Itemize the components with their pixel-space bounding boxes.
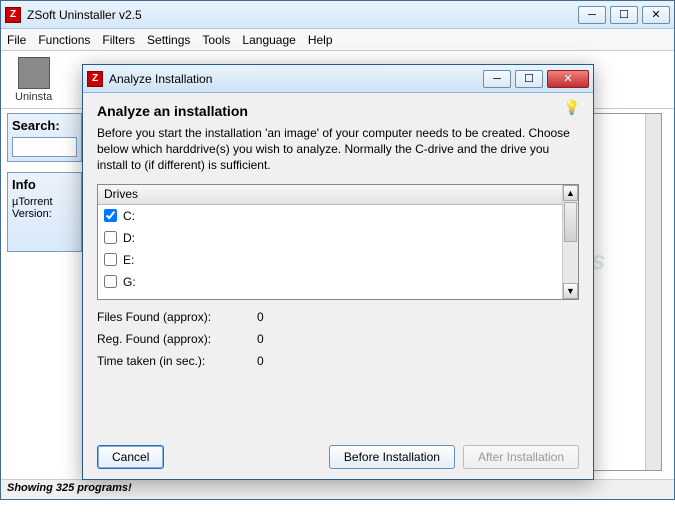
stat-reg-label: Reg. Found (approx): [97, 332, 257, 346]
dialog-heading: Analyze an installation [97, 103, 579, 119]
dialog-maximize-button[interactable]: ☐ [515, 70, 543, 88]
stat-reg: Reg. Found (approx): 0 [97, 332, 579, 346]
menu-file[interactable]: File [7, 33, 26, 47]
uninstall-icon [18, 57, 50, 89]
menu-tools[interactable]: Tools [202, 33, 230, 47]
drive-row-e[interactable]: E: [98, 249, 562, 271]
info-line2: Version: [12, 208, 77, 220]
menu-filters[interactable]: Filters [102, 33, 135, 47]
minimize-button[interactable]: ─ [578, 6, 606, 24]
toolbar-uninstall-button[interactable]: Uninsta [9, 55, 58, 105]
drive-checkbox-d[interactable] [104, 231, 117, 244]
toolbar-uninstall-label: Uninsta [15, 91, 52, 103]
dialog-minimize-button[interactable]: ─ [483, 70, 511, 88]
stat-time: Time taken (in sec.): 0 [97, 354, 579, 368]
main-scrollbar[interactable] [645, 114, 661, 470]
stat-files-value: 0 [257, 310, 287, 324]
close-button[interactable]: ✕ [642, 6, 670, 24]
drive-label: D: [123, 231, 135, 245]
main-menu: File Functions Filters Settings Tools La… [1, 29, 674, 51]
drive-label: E: [123, 253, 134, 267]
search-panel: Search: [7, 113, 82, 162]
stat-reg-value: 0 [257, 332, 287, 346]
stat-time-value: 0 [257, 354, 287, 368]
app-icon: Z [5, 7, 21, 23]
lightbulb-icon [563, 99, 581, 117]
info-title: Info [12, 177, 77, 192]
menu-language[interactable]: Language [242, 33, 295, 47]
dialog-description: Before you start the installation 'an im… [97, 125, 579, 174]
after-installation-button: After Installation [463, 445, 579, 469]
drive-checkbox-e[interactable] [104, 253, 117, 266]
drives-scrollbar[interactable]: ▲ ▼ [562, 185, 578, 299]
main-titlebar: Z ZSoft Uninstaller v2.5 ─ ☐ ✕ [1, 1, 674, 29]
dialog-title: Analyze Installation [109, 72, 483, 86]
analyze-dialog: Z Analyze Installation ─ ☐ ✕ Analyze an … [82, 64, 594, 480]
stats-area: Files Found (approx): 0 Reg. Found (appr… [97, 310, 579, 368]
drive-checkbox-c[interactable] [104, 209, 117, 222]
scroll-thumb[interactable] [564, 202, 577, 242]
stat-files-label: Files Found (approx): [97, 310, 257, 324]
scroll-track[interactable] [563, 243, 578, 283]
cancel-button[interactable]: Cancel [97, 445, 164, 469]
drive-row-d[interactable]: D: [98, 227, 562, 249]
dialog-titlebar: Z Analyze Installation ─ ☐ ✕ [83, 65, 593, 93]
drive-label: C: [123, 209, 135, 223]
search-title: Search: [12, 118, 77, 133]
statusbar: Showing 325 programs! [1, 479, 674, 499]
drive-row-g[interactable]: G: [98, 271, 562, 293]
left-panel: Search: Info µTorrent Version: [7, 113, 82, 262]
dialog-close-button[interactable]: ✕ [547, 70, 589, 88]
drive-row-c[interactable]: C: [98, 205, 562, 227]
scroll-up-arrow[interactable]: ▲ [563, 185, 578, 201]
scroll-down-arrow[interactable]: ▼ [563, 283, 578, 299]
drive-list: C: D: E: G: [98, 205, 562, 299]
info-line1: µTorrent [12, 196, 77, 208]
dialog-app-icon: Z [87, 71, 103, 87]
search-input[interactable] [12, 137, 77, 157]
stat-time-label: Time taken (in sec.): [97, 354, 257, 368]
drive-label: G: [123, 275, 136, 289]
main-title: ZSoft Uninstaller v2.5 [27, 8, 578, 22]
stat-files: Files Found (approx): 0 [97, 310, 579, 324]
menu-help[interactable]: Help [308, 33, 333, 47]
drives-header: Drives [98, 185, 578, 205]
maximize-button[interactable]: ☐ [610, 6, 638, 24]
dialog-footer: Cancel Before Installation After Install… [97, 445, 579, 469]
before-installation-button[interactable]: Before Installation [329, 445, 455, 469]
info-panel: Info µTorrent Version: [7, 172, 82, 252]
drives-listbox: Drives C: D: E: G: [97, 184, 579, 300]
menu-functions[interactable]: Functions [38, 33, 90, 47]
drive-checkbox-g[interactable] [104, 275, 117, 288]
menu-settings[interactable]: Settings [147, 33, 190, 47]
dialog-body: Analyze an installation Before you start… [83, 93, 593, 479]
